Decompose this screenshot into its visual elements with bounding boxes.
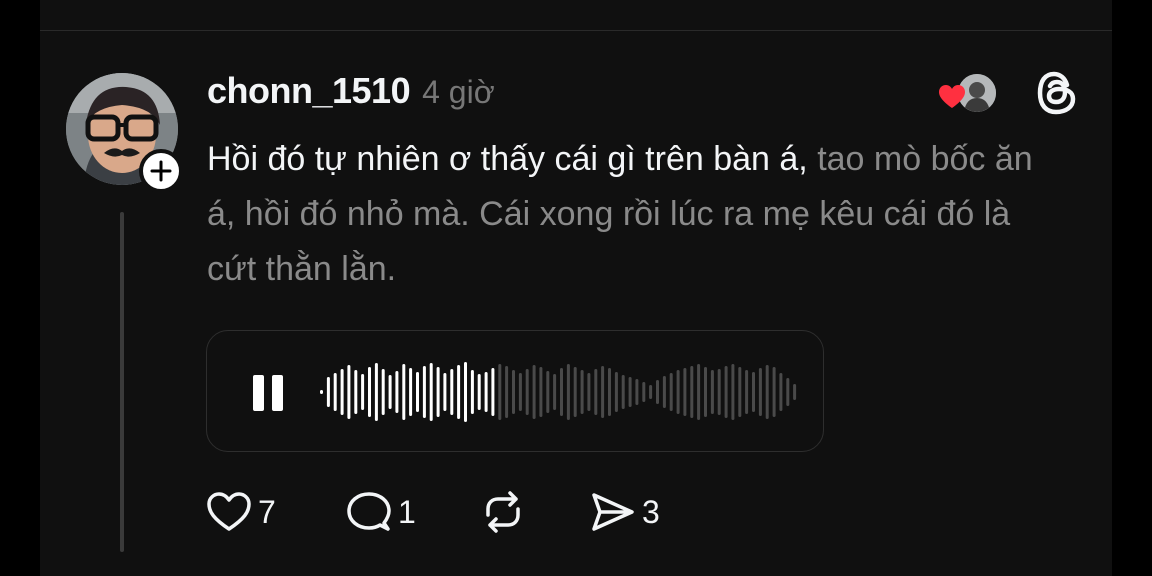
waveform-bar [690, 366, 694, 418]
share-count: 3 [642, 493, 660, 530]
waveform-bar [758, 368, 762, 416]
comment-button[interactable]: 1 [346, 491, 480, 533]
action-bar: 7 1 3 [206, 488, 660, 536]
waveform-bar [621, 375, 625, 409]
waveform-bar [498, 364, 502, 420]
thread-line [120, 212, 124, 552]
share-button[interactable]: 3 [590, 491, 660, 533]
waveform-bar [635, 379, 639, 405]
waveform-bar [422, 366, 426, 418]
waveform-bar [560, 368, 563, 416]
like-count: 7 [258, 493, 276, 530]
waveform-bar [532, 365, 536, 419]
waveform-bar [546, 371, 550, 413]
waveform-bar [491, 368, 495, 416]
waveform-bar [368, 367, 371, 417]
audio-player [206, 330, 824, 452]
post-caption: Hồi đó tự nhiên ơ thấy cái gì trên bàn á… [207, 132, 1057, 297]
waveform-bar [697, 364, 701, 420]
waveform-bar [539, 367, 543, 417]
waveform-bar [525, 369, 529, 415]
waveform-bar [614, 372, 618, 412]
comment-count: 1 [398, 493, 416, 530]
waveform-bar [580, 370, 584, 414]
waveform-bar [649, 385, 653, 399]
speech-bubble-icon [347, 492, 391, 531]
waveform-bar [765, 365, 769, 419]
waveform-bar [326, 377, 330, 407]
plus-icon [150, 160, 172, 182]
waveform-bar [793, 384, 797, 400]
audio-waveform[interactable] [319, 359, 799, 425]
waveform-bar [772, 367, 776, 417]
waveform-bar [470, 370, 474, 414]
heart-outline-icon [207, 492, 251, 531]
waveform-bar [601, 366, 605, 418]
waveform-bar [402, 364, 406, 420]
waveform-bar [662, 376, 666, 408]
follow-button[interactable] [139, 149, 183, 193]
waveform-bar [320, 390, 323, 394]
waveform-bar [333, 373, 337, 411]
waveform-bar [779, 373, 783, 411]
waveform-bar [477, 374, 481, 410]
heart-filled-icon [939, 85, 965, 108]
waveform-bar [731, 364, 735, 420]
waveform-bar [340, 369, 344, 415]
post-header: chonn_1510 4 giờ [207, 70, 495, 114]
waveform-bar [717, 369, 721, 415]
waveform-bar [642, 382, 646, 402]
post-time: 4 giờ [422, 74, 495, 110]
waveform-bar [656, 380, 659, 404]
waveform-bar [395, 371, 399, 413]
send-icon [592, 493, 634, 531]
waveform-bar [518, 373, 522, 411]
top-divider [40, 30, 1112, 31]
waveform-bar [436, 367, 440, 417]
waveform-bar [416, 372, 419, 412]
waveform-bar [587, 373, 591, 411]
like-button[interactable]: 7 [206, 491, 346, 533]
waveform-bar [786, 378, 790, 406]
username[interactable]: chonn_1510 [207, 70, 411, 112]
waveform-bar [594, 369, 598, 415]
waveform-bar [724, 366, 728, 418]
waveform-bar [704, 367, 707, 417]
pause-button[interactable] [253, 375, 287, 411]
waveform-bar [443, 373, 447, 411]
waveform-bar [752, 372, 755, 412]
waveform-bar [710, 370, 714, 414]
waveform-bar [738, 367, 742, 417]
waveform-bar [669, 373, 673, 411]
waveform-bar [573, 367, 577, 417]
waveform-bar [676, 370, 680, 414]
pause-bar-icon [253, 375, 264, 411]
waveform-bar [361, 374, 365, 410]
waveform-bar [745, 370, 749, 414]
threads-logo-icon[interactable] [1036, 70, 1078, 116]
waveform-bar [505, 366, 509, 418]
waveform-bar [512, 370, 515, 414]
waveform-bar [608, 368, 611, 416]
pause-bar-icon [272, 375, 283, 411]
waveform-bar [388, 375, 392, 409]
repost-button[interactable] [480, 491, 590, 533]
reaction-indicator[interactable] [938, 70, 1000, 116]
waveform-bar [374, 363, 378, 421]
waveform-bar [628, 377, 632, 407]
waveform-bar [683, 368, 687, 416]
repost-arrows-icon [486, 491, 520, 533]
waveform-bar [566, 364, 570, 420]
waveform-bar [553, 374, 557, 410]
caption-read: Hồi đó tự nhiên ơ thấy cái gì trên bàn á… [207, 140, 808, 178]
waveform-bar [484, 372, 488, 412]
waveform-bar [429, 363, 433, 421]
waveform-bar [464, 362, 467, 422]
waveform-bar [450, 369, 454, 415]
waveform-bar [457, 365, 461, 419]
waveform-bar [381, 369, 385, 415]
waveform-bar [409, 368, 413, 416]
waveform-bar [347, 365, 351, 419]
waveform-bar [354, 370, 358, 414]
